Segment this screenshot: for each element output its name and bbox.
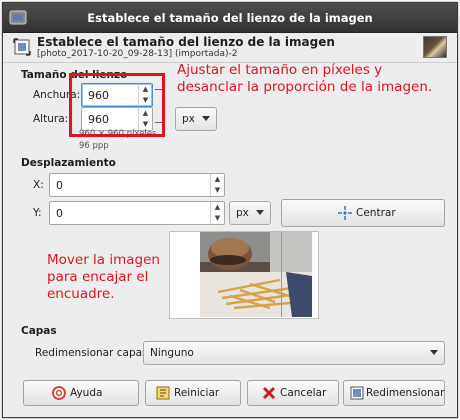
offset-y-decrement-icon[interactable]: ▼ [211,213,224,224]
header-title: Establece el tamaño del lienzo de la ima… [37,35,335,49]
help-button[interactable]: Ayuda [23,380,139,406]
titlebar: Establece el tamaño del lienzo de la ima… [3,3,457,33]
offset-x-value: 0 [56,179,63,192]
offset-x-decrement-icon[interactable]: ▼ [211,185,224,196]
resize-button-label: Redimensionar [366,387,445,399]
offset-unit-select[interactable]: px [229,201,271,225]
resize-button[interactable]: Redimensionar [343,380,445,406]
help-icon [52,386,66,400]
cancel-icon [262,386,276,400]
center-button-label: Centrar [356,207,396,219]
header-subtitle: [photo_2017-10-20_09-28-13] (importada)-… [37,49,238,59]
offset-x-spinbox[interactable]: 0 ▲ ▼ [49,173,225,197]
resize-layers-value: Ninguno [150,347,194,359]
canvas-unit-select[interactable]: px [175,107,217,131]
resize-layers-label: Redimensionar capas: [35,347,152,359]
canvas-size-dialog: Establece el tamaño del lienzo de la ima… [2,2,458,418]
offset-x-increment-icon[interactable]: ▲ [211,174,224,185]
offset-unit-value: px [236,207,249,219]
resize-icon [350,386,364,400]
annotation-size: Ajustar el tamaño en píxeles y desanclar… [177,62,433,95]
chevron-down-icon [430,350,438,355]
image-preview[interactable] [200,232,312,317]
reset-button-label: Reiniciar [174,387,220,399]
resize-layers-select[interactable]: Ninguno [143,341,445,365]
help-button-label: Ayuda [70,387,103,399]
height-label: Altura: [33,113,69,125]
offset-section-title: Desplazamiento [21,157,116,169]
layers-section-title: Capas [21,325,57,337]
cancel-button-label: Cancelar [280,387,327,399]
offset-y-spinbox[interactable]: 0 ▲ ▼ [49,201,225,225]
offset-y-increment-icon[interactable]: ▲ [211,202,224,213]
image-thumbnail [423,36,447,58]
offset-x-label: X: [33,179,44,191]
center-icon [338,206,352,220]
window-title: Establece el tamaño del lienzo de la ima… [87,11,373,25]
reset-button[interactable]: Reiniciar [145,380,241,406]
offset-y-label: Y: [33,207,42,219]
canvas-size-icon [13,38,31,56]
chevron-down-icon [202,116,210,121]
image-divider [281,232,282,317]
cancel-button[interactable]: Cancelar [247,380,339,406]
dialog-header: Establece el tamaño del lienzo de la ima… [3,33,457,63]
center-button[interactable]: Centrar [281,199,445,227]
chevron-down-icon [256,210,264,215]
resolution-info: 96 ppp [79,141,109,151]
reset-icon [156,386,170,400]
canvas-unit-value: px [182,113,195,125]
offset-y-value: 0 [56,207,63,220]
highlight-box [69,73,165,137]
annotation-move: Mover la imagen para encajar el encuadre… [47,252,160,302]
